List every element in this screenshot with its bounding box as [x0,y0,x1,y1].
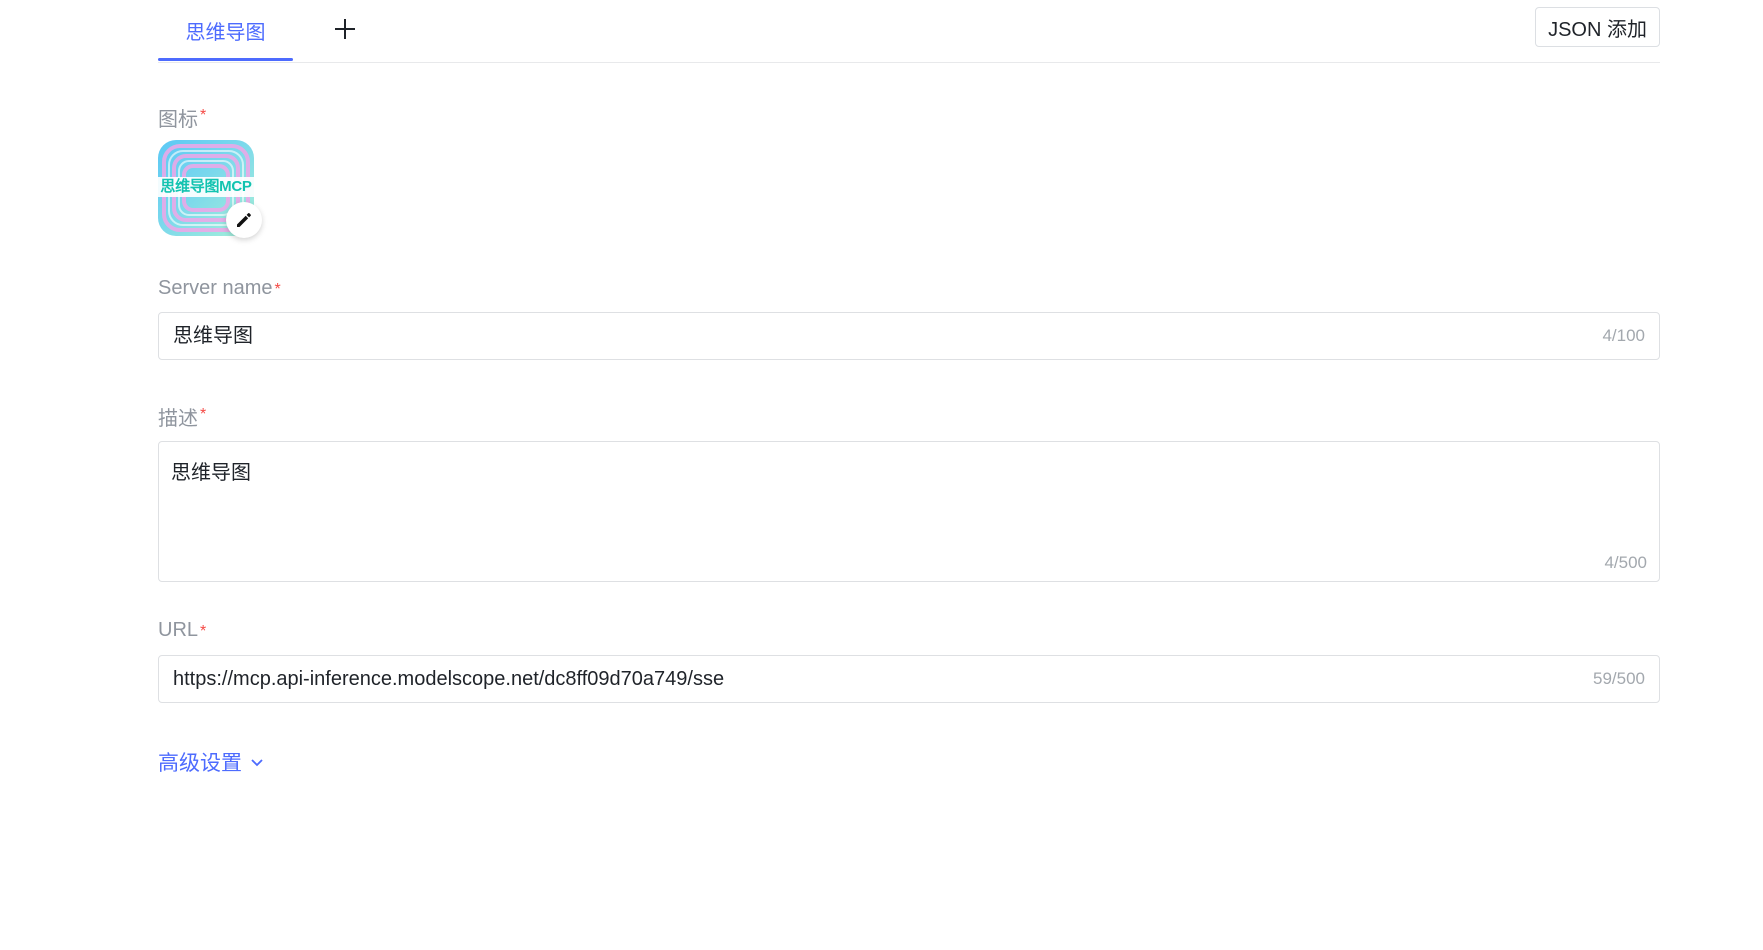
advanced-settings-toggle[interactable]: 高级设置 [158,747,264,777]
json-add-button[interactable]: JSON 添加 [1535,7,1660,47]
server-name-label-text: Server name [158,277,273,299]
description-char-count: 4/500 [1604,553,1647,572]
tabs-bar: 思维导图 JSON 添加 [158,0,1660,63]
url-value: https://mcp.api-inference.modelscope.net… [173,668,725,690]
mcp-server-form-page: 思维导图 JSON 添加 图标 * 思维导图MCP Server name * … [0,0,1763,950]
add-tab-button[interactable] [328,12,362,46]
icon-field-label: 图标 * [158,103,206,132]
url-input[interactable]: https://mcp.api-inference.modelscope.net… [158,655,1660,703]
description-label-text: 描述 [158,408,198,430]
tab-mind-map[interactable]: 思维导图 [158,0,293,61]
description-value: 思维导图 [171,462,251,484]
url-char-count: 59/500 [1593,669,1645,688]
required-mark: * [200,107,207,124]
server-name-value: 思维导图 [173,325,253,347]
server-name-input[interactable]: 思维导图 4/100 [158,312,1660,360]
server-name-char-count: 4/100 [1602,326,1645,345]
tab-label: 思维导图 [185,21,266,44]
tab-active-indicator [158,58,293,61]
edit-icon-button[interactable] [226,202,262,238]
icon-uploader[interactable]: 思维导图MCP [158,140,262,238]
url-label-text: URL [158,619,199,641]
required-mark: * [274,281,281,298]
pencil-icon [237,213,251,227]
advanced-settings-label: 高级设置 [158,752,242,775]
icon-caption: 思维导图MCP [158,177,254,197]
url-label: URL * [158,619,206,642]
chevron-down-icon [251,759,263,767]
description-textarea[interactable]: 思维导图 4/500 [158,441,1660,582]
description-label: 描述 * [158,402,206,431]
plus-icon [335,19,355,39]
required-mark: * [200,406,207,423]
server-name-label: Server name * [158,277,281,300]
icon-label-text: 图标 [158,109,198,131]
required-mark: * [200,623,207,640]
